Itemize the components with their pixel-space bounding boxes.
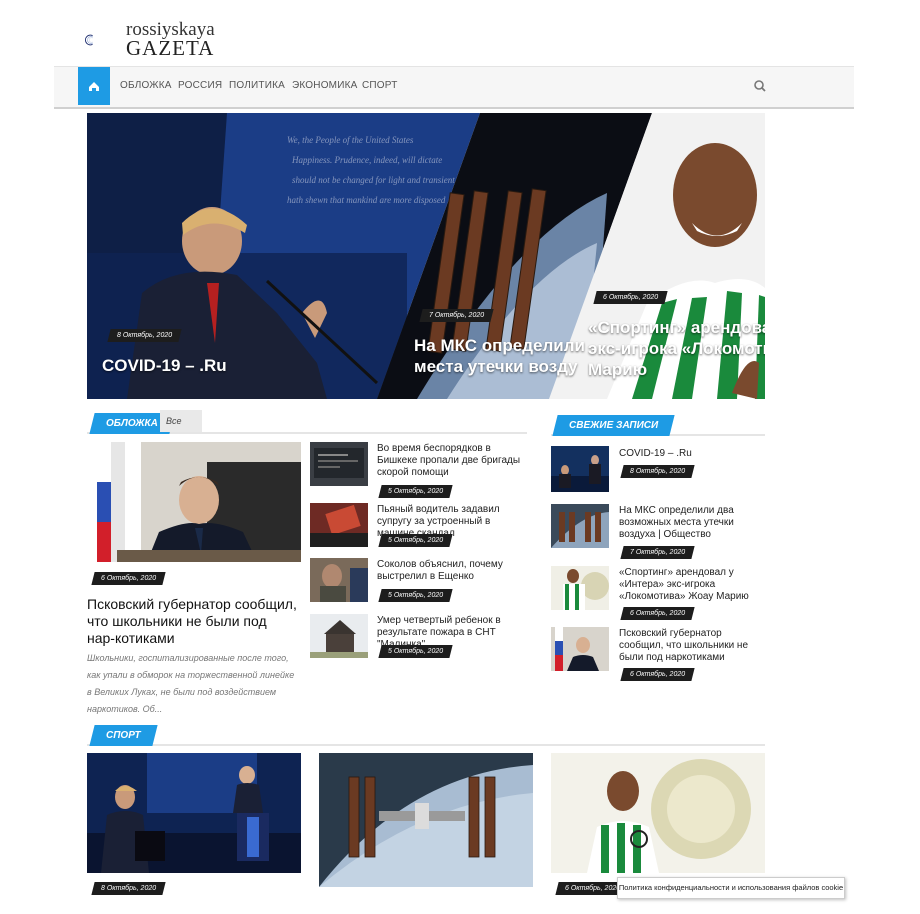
svg-text:should not be changed for ligh: should not be changed for light and tran… — [292, 175, 455, 185]
svg-text:hath shewn that mankind are mo: hath shewn that mankind are more dispose… — [287, 195, 446, 205]
oblozhka-list-1-date: 5 Октябрь, 2020 — [378, 485, 453, 498]
sport-divider — [87, 744, 765, 746]
sport-heading: СПОРТ — [89, 725, 158, 746]
fresh-item-2-title[interactable]: На МКС определили два возможных места ут… — [619, 505, 767, 541]
featured-3-title-line1: «Спортинг» арендовал у — [588, 318, 765, 337]
svg-text:We, the People of the United S: We, the People of the United States — [287, 135, 414, 145]
fresh-item-4-thumb[interactable] — [551, 627, 609, 671]
search-icon[interactable] — [752, 78, 768, 94]
featured-3-date: 6 Октябрь, 2020 — [593, 291, 668, 304]
nav-home-button[interactable] — [78, 67, 110, 105]
sport-item-1-date: 8 Октябрь, 2020 — [91, 882, 166, 895]
oblozhka-list-2-date: 5 Октябрь, 2020 — [378, 534, 453, 547]
fresh-item-3-title[interactable]: «Спортинг» арендовал у «Интера» экс-игро… — [619, 567, 765, 603]
oblozhka-list-4-thumb[interactable] — [310, 614, 368, 658]
featured-1-title[interactable]: COVID-19 – .Ru — [102, 355, 227, 376]
featured-3-title[interactable]: «Спортинг» арендовал у экс-игрока «Локом… — [588, 317, 765, 380]
featured-1-date: 8 Октябрь, 2020 — [107, 329, 182, 342]
featured-slider: We, the People of the United States Happ… — [87, 113, 765, 399]
featured-2-title-line1: На МКС определили — [414, 336, 586, 355]
main-nav — [54, 66, 854, 109]
fresh-item-1-thumb[interactable] — [551, 446, 609, 492]
site-logo[interactable] — [84, 18, 130, 62]
sport-item-2-image[interactable] — [319, 753, 533, 887]
oblozhka-main-excerpt: Школьники, госпитализированные после тог… — [87, 653, 295, 714]
oblozhka-main-title[interactable]: Псковский губернатор сообщил, что школьн… — [87, 596, 297, 647]
oblozhka-list-3-date: 5 Октябрь, 2020 — [378, 589, 453, 602]
nav-item-rossiya[interactable]: РОССИЯ — [178, 80, 222, 91]
sport-item-3-image[interactable] — [551, 753, 765, 873]
fresh-item-4-date: 6 Октябрь, 2020 — [620, 668, 695, 681]
featured-3-title-line2: экс-игрока «Локомотива — [588, 339, 765, 358]
fresh-item-2-thumb[interactable] — [551, 504, 609, 548]
featured-2-title-line2: места утечки возду — [414, 357, 578, 376]
featured-2-date: 7 Октябрь, 2020 — [419, 309, 494, 322]
fresh-item-3-date: 6 Октябрь, 2020 — [620, 607, 695, 620]
nav-item-politika[interactable]: ПОЛИТИКА — [229, 80, 285, 91]
home-icon — [89, 82, 99, 91]
oblozhka-list-1-title[interactable]: Во время беспорядков в Бишкеке пропали д… — [377, 443, 527, 479]
fresh-item-4-title[interactable]: Псковский губернатор сообщил, что школьн… — [619, 628, 767, 664]
fresh-item-1-date: 8 Октябрь, 2020 — [620, 465, 695, 478]
featured-3-title-line3: Марию — [588, 360, 648, 379]
svg-text:Happiness. Prudence, indeed, w: Happiness. Prudence, indeed, will dictat… — [291, 155, 442, 165]
fresh-item-2-date: 7 Октябрь, 2020 — [620, 546, 695, 559]
nav-item-oblozhka[interactable]: ОБЛОЖКА — [120, 80, 172, 91]
oblozhka-list-2-thumb[interactable] — [310, 503, 368, 547]
fresh-item-1-title[interactable]: COVID-19 – .Ru — [619, 448, 765, 460]
nav-item-ekonomika[interactable]: ЭКОНОМИКА — [292, 80, 358, 91]
nav-item-sport[interactable]: СПОРТ — [362, 80, 398, 91]
logo-text-line2: GAZETA — [126, 36, 215, 60]
featured-2-title[interactable]: На МКС определили места утечки возду — [414, 335, 585, 377]
oblozhka-main-date: 6 Октябрь, 2020 — [91, 572, 166, 585]
oblozhka-list-3-thumb[interactable] — [310, 558, 368, 602]
oblozhka-tab-all[interactable]: Все — [160, 410, 202, 432]
fresh-heading: СВЕЖИЕ ЗАПИСИ — [552, 415, 675, 436]
oblozhka-list-3-title[interactable]: Соколов объяснил, почему выстрелил в Еще… — [377, 559, 527, 583]
oblozhka-list-4-date: 5 Октябрь, 2020 — [378, 645, 453, 658]
oblozhka-list-1-thumb[interactable] — [310, 442, 368, 486]
oblozhka-main-image[interactable] — [87, 442, 301, 562]
cookie-notice[interactable]: Политика конфиденциальности и использова… — [617, 877, 845, 899]
sport-item-1-image[interactable] — [87, 753, 301, 873]
fresh-item-3-thumb[interactable] — [551, 566, 609, 610]
